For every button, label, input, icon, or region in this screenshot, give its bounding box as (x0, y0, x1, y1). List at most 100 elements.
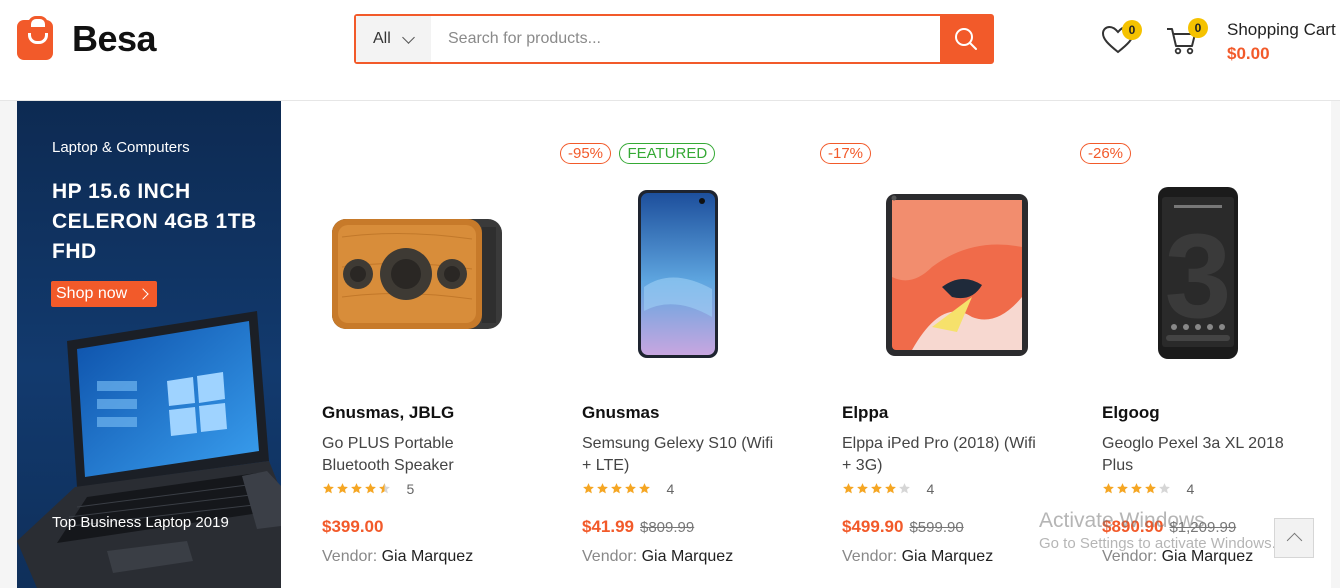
review-count: 4 (926, 481, 935, 497)
vendor-label: Vendor: (842, 548, 898, 565)
star-icon (364, 482, 377, 495)
product-name[interactable]: Semsung Gelexy S10 (Wifi + LTE) (582, 433, 782, 477)
banner-eyebrow: Laptop & Computers (52, 139, 190, 156)
discount-badge: -95% (560, 143, 612, 164)
search-input[interactable] (432, 16, 942, 62)
search-bar: All (354, 14, 994, 64)
phone-image (638, 190, 718, 358)
discount-badge: -17% (820, 143, 872, 164)
star-icon (1116, 482, 1129, 495)
product-rating: 4 (1102, 482, 1194, 498)
phone-image: 3 (1158, 187, 1238, 359)
search-icon (955, 28, 977, 50)
wishlist-count-badge: 0 (1122, 20, 1142, 40)
product-name[interactable]: Geoglo Pexel 3a XL 2018 Plus (1102, 433, 1302, 477)
star-icon (582, 482, 595, 495)
star-icon (596, 482, 609, 495)
chevron-right-icon (137, 288, 149, 300)
promo-banner[interactable]: Laptop & Computers HP 15.6 INCH CELERON … (17, 101, 281, 588)
old-price: $809.99 (640, 519, 695, 536)
star-icon (624, 482, 637, 495)
wishlist-button[interactable]: 0 (1100, 20, 1142, 58)
star-icon (842, 482, 855, 495)
product-grid: Gnusmas, JBLG Go PLUS Portable Bluetooth… (282, 101, 1331, 588)
product-rating: 5 (322, 482, 414, 498)
product-card[interactable]: -26% 3 Elgoog Geoglo Pexel 3a XL 2018 Pl… (1062, 101, 1322, 588)
tablet-image (886, 194, 1028, 356)
cart-button[interactable]: 0 (1164, 18, 1208, 58)
banner-title: HP 15.6 INCH CELERON 4GB 1TB FHD (52, 180, 257, 263)
star-icon (1130, 482, 1143, 495)
banner-footer-text: Top Business Laptop 2019 (52, 514, 229, 531)
product-image[interactable] (562, 177, 782, 367)
product-badges: -26% (1080, 143, 1135, 165)
product-price: $399.00 (322, 517, 383, 537)
product-price: $890.90 $1,209.99 (1102, 517, 1236, 537)
product-rating: 4 (842, 482, 934, 498)
product-price: $41.99 $809.99 (582, 517, 694, 537)
star-icon (336, 482, 349, 495)
product-badges: -17% (820, 143, 875, 165)
review-count: 5 (406, 481, 415, 497)
logo-text[interactable]: Besa (72, 18, 157, 60)
product-badges: -95% FEATURED (560, 143, 719, 165)
product-card[interactable]: Gnusmas, JBLG Go PLUS Portable Bluetooth… (282, 101, 542, 588)
page-gutter (0, 101, 17, 588)
laptop-illustration (17, 311, 281, 588)
product-price: $499.90 $599.90 (842, 517, 964, 537)
back-to-top-button[interactable] (1274, 518, 1314, 558)
shop-now-button[interactable]: Shop now (51, 281, 157, 307)
star-icon (350, 482, 363, 495)
product-image[interactable] (822, 177, 1042, 367)
star-icon (856, 482, 869, 495)
cart-label[interactable]: Shopping Cart (1227, 20, 1336, 40)
star-icon (610, 482, 623, 495)
star-icon (898, 482, 911, 495)
current-price: $890.90 (1102, 517, 1164, 536)
product-brand[interactable]: Gnusmas, JBLG (322, 403, 454, 423)
vendor-name[interactable]: Gia Marquez (382, 548, 474, 565)
review-count: 4 (666, 481, 675, 497)
search-category-label: All (373, 30, 391, 47)
vendor-name[interactable]: Gia Marquez (642, 548, 734, 565)
product-name[interactable]: Elppa iPed Pro (2018) (Wifi + 3G) (842, 433, 1042, 477)
product-vendor: Vendor: Gia Marquez (322, 548, 473, 566)
product-vendor: Vendor: Gia Marquez (1102, 548, 1253, 566)
vendor-name[interactable]: Gia Marquez (1162, 548, 1254, 565)
product-rating: 4 (582, 482, 674, 498)
old-price: $1,209.99 (1169, 519, 1237, 536)
product-vendor: Vendor: Gia Marquez (842, 548, 993, 566)
product-image[interactable] (302, 177, 522, 367)
product-name[interactable]: Go PLUS Portable Bluetooth Speaker (322, 433, 522, 477)
star-icon (378, 482, 391, 495)
speaker-image (332, 219, 502, 329)
logo-bag-icon[interactable] (17, 16, 53, 60)
product-card[interactable]: -95% FEATURED Gnusmas Semsung Gelexy S10… (542, 101, 802, 588)
discount-badge: -26% (1080, 143, 1132, 164)
review-count: 4 (1186, 481, 1195, 497)
current-price: $41.99 (582, 517, 634, 536)
product-brand[interactable]: Elgoog (1102, 403, 1160, 423)
page-gutter (1331, 101, 1340, 588)
product-brand[interactable]: Elppa (842, 403, 888, 423)
svg-text:3: 3 (1165, 209, 1232, 343)
cart-count-badge: 0 (1188, 18, 1208, 38)
product-brand[interactable]: Gnusmas (582, 403, 659, 423)
star-icon (1144, 482, 1157, 495)
featured-badge: FEATURED (619, 143, 716, 164)
star-icon (1102, 482, 1115, 495)
current-price: $499.90 (842, 517, 904, 536)
star-icon (322, 482, 335, 495)
chevron-down-icon (402, 31, 415, 44)
product-card[interactable]: -17% Elppa Elppa iPed Pro (2018) (Wifi +… (802, 101, 1062, 588)
cart-total: $0.00 (1227, 44, 1270, 63)
search-button[interactable] (940, 16, 992, 62)
vendor-label: Vendor: (322, 548, 378, 565)
star-icon (1158, 482, 1171, 495)
star-icon (884, 482, 897, 495)
product-image[interactable]: 3 (1082, 177, 1302, 367)
old-price: $599.90 (909, 519, 964, 536)
search-category-select[interactable]: All (356, 16, 431, 62)
site-header: Besa All 0 0 Shopping Cart $0.00 (0, 0, 1340, 100)
vendor-name[interactable]: Gia Marquez (902, 548, 994, 565)
